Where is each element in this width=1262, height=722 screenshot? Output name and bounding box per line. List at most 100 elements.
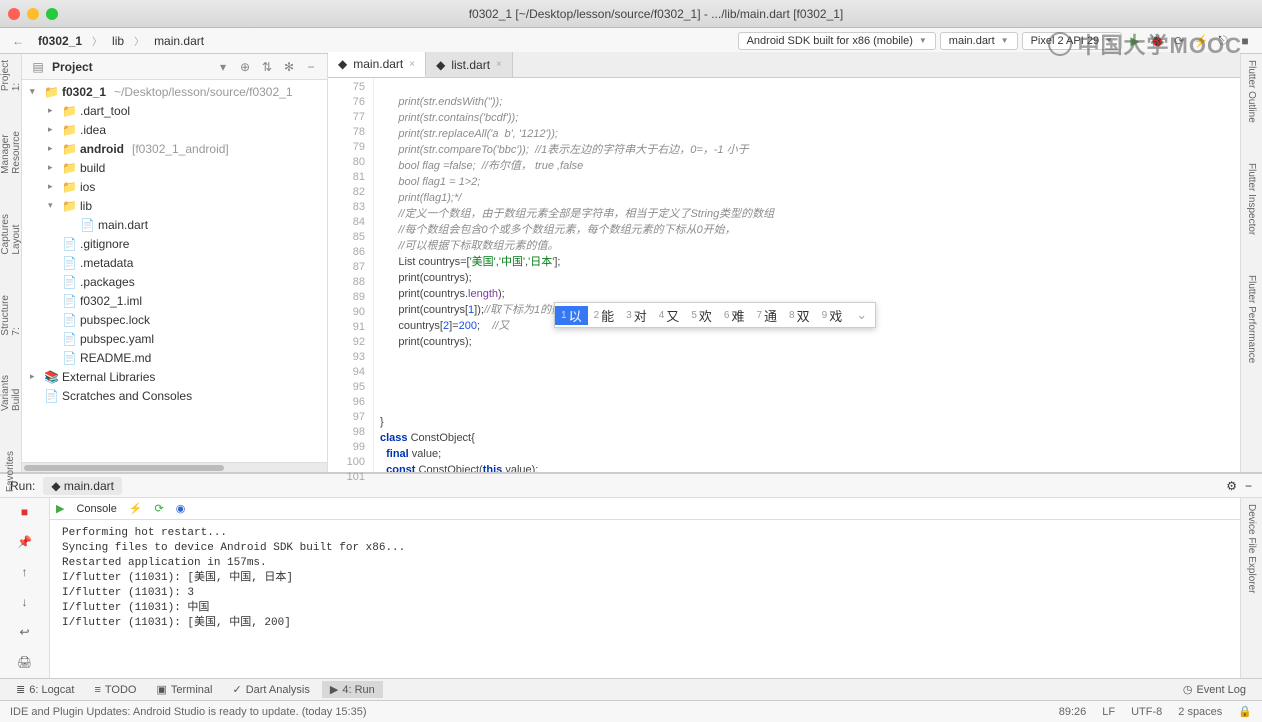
tree-item[interactable]: 📄.packages xyxy=(22,272,327,291)
tree-item[interactable]: ▸📁ios xyxy=(22,177,327,196)
close-window-button[interactable] xyxy=(8,8,20,20)
settings-icon[interactable]: ⚙ xyxy=(1226,479,1237,493)
run-target-chip[interactable]: ◆ main.dart xyxy=(43,477,122,495)
chevron-right-icon: 〉 xyxy=(92,33,102,48)
logcat-tab[interactable]: ≣ 6: Logcat xyxy=(8,681,82,698)
ime-candidate[interactable]: 7通 xyxy=(750,306,783,325)
build-variants-tab[interactable]: Build Variants xyxy=(0,375,22,411)
tree-item[interactable]: 📄main.dart xyxy=(22,215,327,234)
project-view-icon[interactable]: ▤ xyxy=(30,60,46,74)
code-editor[interactable]: print(str.endsWith('')); print(str.conta… xyxy=(374,54,1240,472)
tree-root[interactable]: ▾📁 f0302_1 ~/Desktop/lesson/source/f0302… xyxy=(22,82,327,101)
lock-icon[interactable]: 🔒 xyxy=(1238,705,1252,718)
select-opened-icon[interactable]: ⊕ xyxy=(237,60,253,74)
editor-panel: ◆ main.dart × ◆ list.dart × 757677787980… xyxy=(328,54,1240,472)
flutter-inspector-tab[interactable]: Flutter Inspector xyxy=(1246,163,1257,235)
dart-analysis-tab[interactable]: ✓ Dart Analysis xyxy=(224,681,317,698)
tree-item[interactable]: ▸📁.dart_tool xyxy=(22,101,327,120)
bottom-tool-tabs: ≣ 6: Logcat ≡ TODO ▣ Terminal ✓ Dart Ana… xyxy=(0,678,1262,700)
tree-item[interactable]: 📄README.md xyxy=(22,348,327,367)
project-tool-tab[interactable]: 1: Project xyxy=(0,60,22,91)
line-number-gutter[interactable]: 7576777879808182838485868788899091929394… xyxy=(328,54,374,472)
breadcrumb-folder[interactable]: lib xyxy=(106,32,130,50)
todo-tab[interactable]: ≡ TODO xyxy=(86,682,144,698)
project-panel-title: Project xyxy=(52,60,209,74)
hide-panel-icon[interactable]: − xyxy=(1245,479,1252,493)
ime-candidate[interactable]: 9戏 xyxy=(816,306,849,325)
cursor-position[interactable]: 89:26 xyxy=(1059,706,1087,718)
device-selector[interactable]: Android SDK built for x86 (mobile) ▼ xyxy=(738,32,936,50)
ime-candidate[interactable]: 3对 xyxy=(620,306,653,325)
dropdown-icon[interactable]: ▾ xyxy=(215,60,231,74)
resource-manager-tab[interactable]: Resource Manager xyxy=(0,131,22,174)
console-tab[interactable]: Console xyxy=(76,503,116,515)
external-libraries[interactable]: ▸📚External Libraries xyxy=(22,367,327,386)
project-tree[interactable]: ▾📁 f0302_1 ~/Desktop/lesson/source/f0302… xyxy=(22,80,327,462)
run-config-selector[interactable]: main.dart▼ xyxy=(940,32,1018,50)
device-file-explorer-tab[interactable]: Device File Explorer xyxy=(1246,504,1257,593)
dart-file-icon: ◆ xyxy=(51,479,64,493)
left-tool-strip: 1: Project Resource Manager Layout Captu… xyxy=(0,54,22,472)
mooc-logo-icon xyxy=(1048,32,1072,56)
ime-candidate-popup[interactable]: 1以2能3对4又5欢6难7通8双9戏⌄ xyxy=(554,302,876,328)
hot-reload-icon[interactable]: ⚡ xyxy=(129,502,143,515)
maximize-window-button[interactable] xyxy=(46,8,58,20)
collapse-icon[interactable]: ⇅ xyxy=(259,60,275,74)
tree-item[interactable]: ▸📁build xyxy=(22,158,327,177)
mooc-watermark: 中国大学MOOC xyxy=(1048,28,1242,60)
flutter-outline-tab[interactable]: Flutter Outline xyxy=(1246,60,1257,123)
soft-wrap-button[interactable]: ↩ xyxy=(15,622,35,642)
structure-tab[interactable]: 7: Structure xyxy=(0,295,22,336)
restart-icon[interactable]: ⟳ xyxy=(155,502,164,515)
down-button[interactable]: ↓ xyxy=(15,592,35,612)
tree-item[interactable]: 📄.gitignore xyxy=(22,234,327,253)
ime-candidate[interactable]: 8双 xyxy=(783,306,816,325)
print-button[interactable]: 🖨 xyxy=(15,652,35,672)
tree-item[interactable]: 📄f0302_1.iml xyxy=(22,291,327,310)
settings-icon[interactable]: ✻ xyxy=(281,60,297,74)
tree-item[interactable]: 📄pubspec.lock xyxy=(22,310,327,329)
rerun-button[interactable]: ▶ xyxy=(56,502,64,515)
breadcrumb-project[interactable]: f0302_1 xyxy=(32,32,88,50)
terminal-tab[interactable]: ▣ Terminal xyxy=(148,681,220,698)
dart-file-icon: ◆ xyxy=(338,57,347,71)
horizontal-scrollbar[interactable] xyxy=(22,462,327,472)
layout-captures-tab[interactable]: Layout Captures xyxy=(0,214,22,255)
project-panel: ▤ Project ▾ ⊕ ⇅ ✻ − ▾📁 f0302_1 ~/Desktop… xyxy=(22,54,328,472)
run-toolbar: ■ 📌 ↑ ↓ ↩ 🖨 xyxy=(0,498,50,678)
ime-candidate[interactable]: 1以 xyxy=(555,306,588,325)
chevron-right-icon: 〉 xyxy=(134,33,144,48)
device-label: Android SDK built for x86 (mobile) xyxy=(747,35,913,47)
breadcrumb-file[interactable]: main.dart xyxy=(148,32,210,50)
ime-more-icon[interactable]: ⌄ xyxy=(848,307,875,323)
nav-back-icon[interactable]: ← xyxy=(8,34,28,48)
devtools-icon[interactable]: ◉ xyxy=(176,502,186,515)
right-tool-strip: Flutter Outline Flutter Inspector Flutte… xyxy=(1240,54,1262,472)
scratches-node[interactable]: 📄Scratches and Consoles xyxy=(22,386,327,405)
minimize-window-button[interactable] xyxy=(27,8,39,20)
console-output[interactable]: Performing hot restart... Syncing files … xyxy=(50,520,1240,678)
tree-item[interactable]: ▸📁android [f0302_1_android] xyxy=(22,139,327,158)
indent[interactable]: 2 spaces xyxy=(1178,706,1222,718)
right-tool-strip-lower: Device File Explorer xyxy=(1240,498,1262,678)
event-log-tab[interactable]: ◷ Event Log xyxy=(1175,681,1254,698)
flutter-performance-tab[interactable]: Flutter Performance xyxy=(1246,275,1257,363)
encoding[interactable]: UTF-8 xyxy=(1131,706,1162,718)
up-button[interactable]: ↑ xyxy=(15,562,35,582)
dropdown-icon: ▼ xyxy=(1001,36,1009,45)
tree-item[interactable]: ▾📁lib xyxy=(22,196,327,215)
tree-item[interactable]: 📄pubspec.yaml xyxy=(22,329,327,348)
ime-candidate[interactable]: 2能 xyxy=(588,306,621,325)
stop-button[interactable]: ■ xyxy=(15,502,35,522)
run-tab[interactable]: ▶ 4: Run xyxy=(322,681,383,698)
tree-item[interactable]: 📄.metadata xyxy=(22,253,327,272)
ime-candidate[interactable]: 5欢 xyxy=(685,306,718,325)
ime-candidate[interactable]: 6难 xyxy=(718,306,751,325)
favorites-tab[interactable]: Favorites xyxy=(5,451,16,492)
ime-candidate[interactable]: 4又 xyxy=(653,306,686,325)
attach-button[interactable]: 📌 xyxy=(15,532,35,552)
hide-panel-icon[interactable]: − xyxy=(303,60,319,74)
dropdown-icon: ▼ xyxy=(919,36,927,45)
tree-item[interactable]: ▸📁.idea xyxy=(22,120,327,139)
line-separator[interactable]: LF xyxy=(1102,706,1115,718)
